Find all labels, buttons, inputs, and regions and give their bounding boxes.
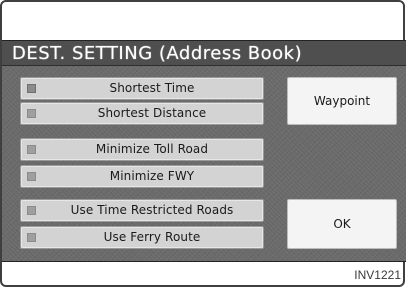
option-use-ferry-route[interactable]: Use Ferry Route	[20, 226, 264, 249]
option-indicator-light	[27, 172, 36, 181]
option-shortest-time[interactable]: Shortest Time	[20, 77, 264, 100]
screen-title: DEST. SETTING (Address Book)	[12, 43, 303, 64]
figure-code: INV1221	[354, 268, 401, 282]
ok-button[interactable]: OK	[287, 199, 397, 249]
option-minimize-fwy[interactable]: Minimize FWY	[20, 165, 264, 188]
option-indicator-light	[27, 109, 36, 118]
option-indicator-light	[27, 233, 36, 242]
option-label: Minimize FWY	[109, 169, 195, 183]
option-shortest-distance[interactable]: Shortest Distance	[20, 102, 264, 125]
option-minimize-toll-road[interactable]: Minimize Toll Road	[20, 138, 264, 161]
ok-button-label: OK	[333, 217, 351, 231]
waypoint-button-label: Waypoint	[313, 94, 371, 108]
option-label: Use Time Restricted Roads	[70, 203, 234, 217]
option-label: Minimize Toll Road	[95, 142, 209, 156]
option-indicator-light	[27, 84, 36, 93]
navigation-screen: DEST. SETTING (Address Book) Shortest Ti…	[2, 40, 406, 262]
option-label: Shortest Time	[109, 81, 195, 95]
waypoint-button[interactable]: Waypoint	[287, 77, 397, 125]
title-bar: DEST. SETTING (Address Book)	[2, 41, 406, 66]
option-use-time-restricted-roads[interactable]: Use Time Restricted Roads	[20, 199, 264, 222]
option-label: Shortest Distance	[97, 106, 207, 120]
option-label: Use Ferry Route	[103, 230, 201, 244]
option-indicator-light	[27, 145, 36, 154]
option-indicator-light	[27, 206, 36, 215]
